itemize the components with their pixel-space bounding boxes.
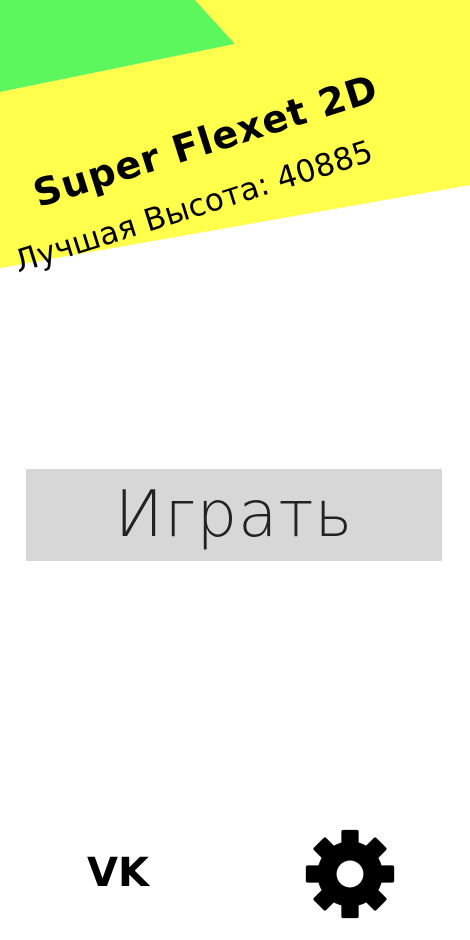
vk-link-button[interactable]: VK bbox=[78, 848, 158, 898]
vk-icon: VK bbox=[87, 850, 149, 896]
settings-button[interactable] bbox=[302, 826, 398, 922]
play-button[interactable]: Играть bbox=[26, 469, 442, 561]
play-button-label: Играть bbox=[114, 478, 354, 552]
gear-icon bbox=[305, 829, 395, 919]
